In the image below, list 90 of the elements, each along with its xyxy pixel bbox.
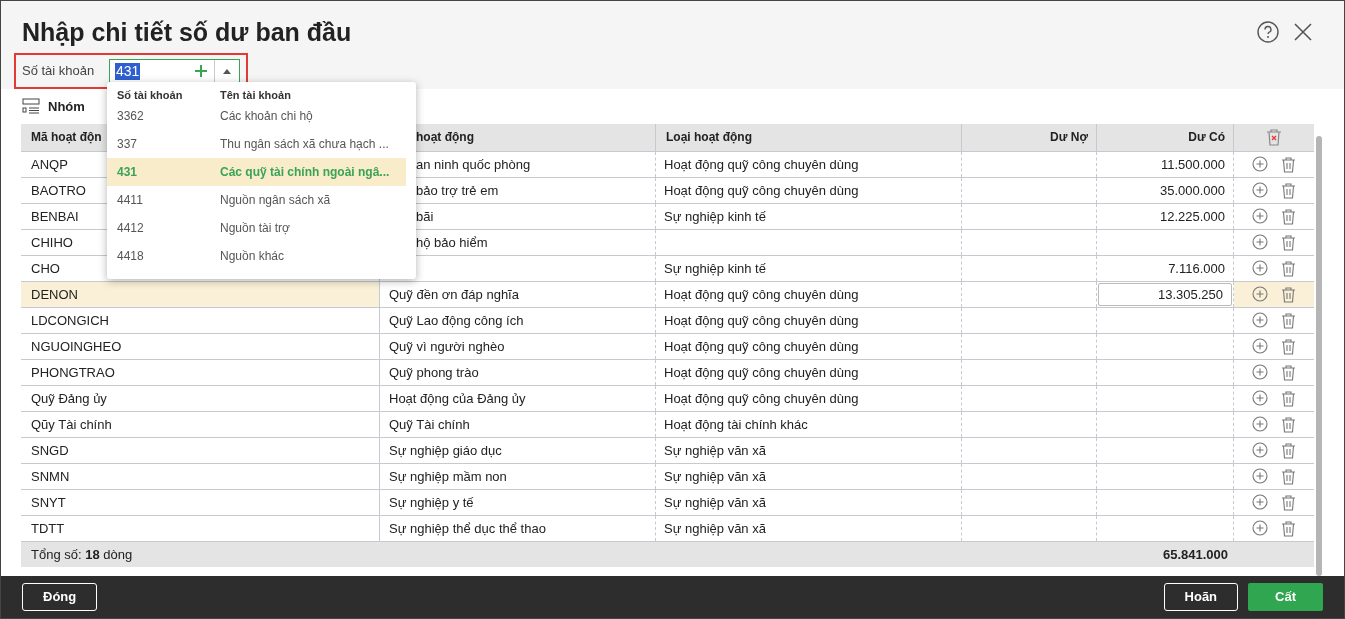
delete-icon[interactable] bbox=[1281, 311, 1296, 329]
add-row-icon[interactable] bbox=[1252, 468, 1268, 485]
total-credit: 65.841.000 bbox=[1161, 545, 1228, 564]
table-cell-text: Quỹ Lao động công ích bbox=[389, 311, 524, 330]
delete-icon[interactable] bbox=[1281, 493, 1296, 511]
total-rows-text: Tổng số: 18 dòng bbox=[30, 545, 134, 564]
add-row-icon[interactable] bbox=[1252, 286, 1268, 303]
table-cell-text: an ninh quốc phòng bbox=[416, 155, 531, 174]
dropdown-item[interactable]: 4412 Nguồn tài trợ bbox=[107, 214, 406, 242]
delete-icon[interactable] bbox=[1281, 363, 1296, 381]
delete-icon[interactable] bbox=[1281, 519, 1296, 537]
add-row-icon[interactable] bbox=[1252, 520, 1268, 537]
column-header: hoạt động bbox=[416, 129, 474, 147]
table-cell-text: 11.500.000 bbox=[1160, 155, 1225, 174]
table-cell-text: Sự nghiệp thể dục thể thao bbox=[389, 519, 546, 538]
column-header: Dư Có bbox=[1188, 129, 1225, 147]
table-cell-text: Hoạt động quỹ công chuyên dùng bbox=[664, 337, 859, 356]
add-row-icon[interactable] bbox=[1252, 260, 1268, 277]
table-cell-text: Sự nghiệp văn xã bbox=[664, 441, 766, 460]
dropdown-item[interactable]: 4411 Nguồn ngân sách xã bbox=[107, 186, 406, 214]
add-row-icon[interactable] bbox=[1252, 182, 1268, 199]
table-cell-text: Sự nghiệp kinh tế bbox=[664, 207, 766, 226]
column-header: Tên tài khoản bbox=[220, 87, 291, 103]
group-icon[interactable] bbox=[22, 98, 40, 115]
delete-all-icon[interactable] bbox=[1266, 128, 1282, 147]
table-cell-text: Quỹ Tài chính bbox=[389, 415, 470, 434]
delete-icon[interactable] bbox=[1281, 337, 1296, 355]
account-label: Số tài khoản bbox=[22, 62, 96, 81]
scrollbar[interactable] bbox=[1316, 135, 1322, 576]
add-row-icon[interactable] bbox=[1252, 234, 1268, 251]
delete-icon[interactable] bbox=[1281, 389, 1296, 407]
table-cell-text: Hoạt động của Đảng ủy bbox=[389, 389, 526, 408]
table-cell-text: bảo trợ trẻ em bbox=[416, 181, 499, 200]
table-cell-text: Sự nghiệp mầm non bbox=[389, 467, 507, 486]
add-row-icon[interactable] bbox=[1252, 338, 1268, 355]
table-cell-text: Sự nghiệp văn xã bbox=[664, 519, 766, 538]
table-cell-text: hộ bảo hiểm bbox=[416, 233, 488, 252]
dropdown-item[interactable]: 3362 Các khoản chi hộ bbox=[107, 102, 406, 130]
dialog-title: Nhập chi tiết số dư ban đầu bbox=[22, 17, 352, 48]
action-button[interactable]: Đóng bbox=[22, 582, 98, 611]
delete-icon[interactable] bbox=[1281, 441, 1296, 459]
close-icon[interactable] bbox=[1293, 22, 1313, 42]
delete-icon[interactable] bbox=[1281, 181, 1296, 199]
column-header: Mã hoạt độn bbox=[31, 129, 102, 147]
column-header: Số tài khoản bbox=[116, 87, 184, 103]
add-row-icon[interactable] bbox=[1252, 156, 1268, 173]
table-cell-text: Hoạt động tài chính khác bbox=[664, 415, 808, 434]
table-cell[interactable]: DENON bbox=[21, 281, 380, 307]
delete-icon[interactable] bbox=[1281, 259, 1296, 277]
add-row-icon[interactable] bbox=[1252, 416, 1268, 433]
table-cell-text: Sự nghiệp giáo dục bbox=[389, 441, 502, 460]
help-icon[interactable] bbox=[1257, 21, 1279, 43]
add-row-icon[interactable] bbox=[1252, 312, 1268, 329]
add-row-icon[interactable] bbox=[1252, 494, 1268, 511]
table-cell-text: Hoạt động quỹ công chuyên dùng bbox=[664, 389, 859, 408]
table-cell-text: Hoạt động quỹ công chuyên dùng bbox=[664, 181, 859, 200]
add-row-icon[interactable] bbox=[1252, 364, 1268, 381]
table-cell-text: 35.000.000 bbox=[1159, 181, 1225, 200]
table-cell-text: bãi bbox=[416, 207, 434, 226]
table-cell-text: Quỹ vì người nghèo bbox=[389, 337, 505, 356]
dropdown-item[interactable]: 4418 Nguồn khác bbox=[107, 242, 406, 270]
table-cell-text: Hoạt động quỹ công chuyên dùng bbox=[664, 285, 859, 304]
group-button[interactable]: Nhóm bbox=[48, 96, 85, 117]
delete-icon[interactable] bbox=[1281, 467, 1296, 485]
table-cell-text: Hoạt động quỹ công chuyên dùng bbox=[664, 363, 859, 382]
table-cell-text: Quỹ phong trào bbox=[389, 363, 479, 382]
table-cell-text: Quỹ đền ơn đáp nghĩa bbox=[389, 285, 519, 304]
delete-icon[interactable] bbox=[1281, 155, 1296, 173]
table-cell-text: 12.225.000 bbox=[1159, 207, 1225, 226]
column-header: Dư Nợ bbox=[1050, 129, 1088, 147]
table-cell-text: Sự nghiệp văn xã bbox=[664, 493, 766, 512]
add-row-icon[interactable] bbox=[1252, 208, 1268, 225]
table-cell-text: Hoạt động quỹ công chuyên dùng bbox=[664, 311, 859, 330]
add-row-icon[interactable] bbox=[1252, 390, 1268, 407]
table-cell-text: Sự nghiệp kinh tế bbox=[664, 259, 766, 278]
add-icon[interactable] bbox=[194, 64, 208, 78]
action-button[interactable]: Hoãn bbox=[1163, 582, 1239, 611]
column-header: Loại hoạt động bbox=[666, 129, 752, 147]
delete-icon[interactable] bbox=[1281, 415, 1296, 433]
table-cell-text: Sự nghiệp y tế bbox=[389, 493, 474, 512]
credit-input[interactable]: 13.305.250 bbox=[1098, 282, 1232, 306]
delete-icon[interactable] bbox=[1281, 233, 1296, 251]
account-field[interactable]: 431 bbox=[109, 58, 240, 84]
add-row-icon[interactable] bbox=[1252, 442, 1268, 459]
delete-icon[interactable] bbox=[1281, 285, 1296, 303]
delete-icon[interactable] bbox=[1281, 207, 1296, 225]
dropdown-item[interactable]: 337 Thu ngân sách xã chưa hạch ... bbox=[107, 130, 406, 158]
table-cell-text: Sự nghiệp văn xã bbox=[664, 467, 766, 486]
table-cell-text: Hoạt động quỹ công chuyên dùng bbox=[664, 155, 859, 174]
table-cell-text: 7.116.000 bbox=[1168, 259, 1225, 278]
